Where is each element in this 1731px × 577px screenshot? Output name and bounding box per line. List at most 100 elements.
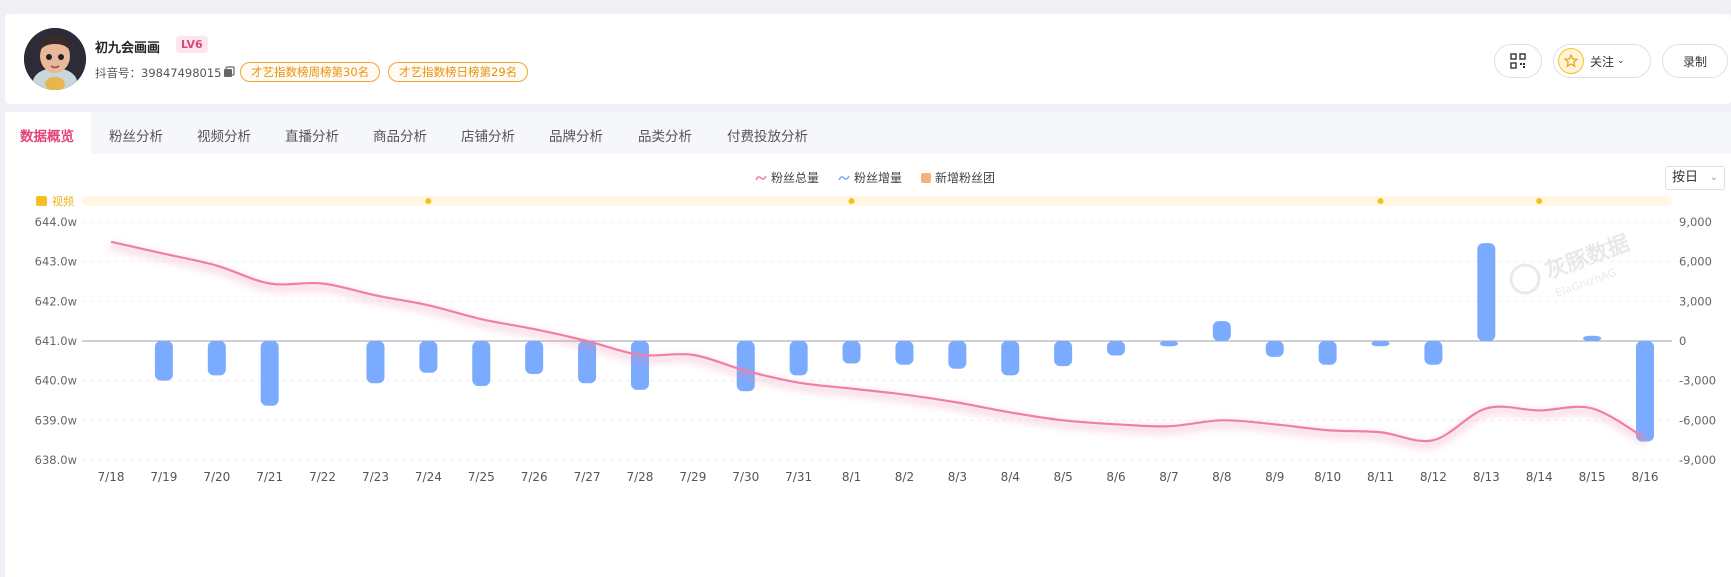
x-tick-label: 8/12 — [1420, 470, 1447, 484]
increase-bar — [1318, 341, 1337, 365]
increase-bar — [1054, 341, 1073, 367]
increase-bar — [1265, 341, 1284, 357]
x-tick-label: 7/21 — [256, 470, 283, 484]
qr-code-button[interactable] — [1494, 44, 1542, 78]
profile-header: 初九会画画 LV6 抖音号：39847498015 才艺指数榜周榜第30名 才艺… — [5, 14, 1731, 104]
increase-bar — [1477, 243, 1496, 341]
video-row-label: 视频 — [52, 194, 74, 208]
tab-overview[interactable]: 数据概览 — [20, 125, 74, 145]
star-icon — [1558, 48, 1584, 74]
x-tick-label: 8/11 — [1367, 470, 1394, 484]
y-left-tick-label: 644.0w — [35, 215, 77, 229]
douyin-id: 抖音号：39847498015 — [95, 66, 222, 80]
increase-bar — [1001, 341, 1020, 376]
y-right-tick-label: -9,000 — [1679, 453, 1716, 467]
level-badge: LV6 — [176, 36, 208, 53]
increase-bar — [419, 341, 438, 373]
increase-bar — [207, 341, 226, 376]
increase-bar — [948, 341, 967, 369]
increase-bar — [1212, 321, 1231, 341]
rank-badge-daily[interactable]: 才艺指数榜日榜第29名 — [388, 62, 529, 82]
increase-bar — [472, 341, 491, 386]
y-left-tick-label: 643.0w — [35, 255, 77, 269]
increase-bar — [1424, 341, 1443, 365]
increase-bar — [1371, 341, 1390, 347]
tab-store[interactable]: 店铺分析 — [461, 125, 515, 145]
video-row-icon — [36, 196, 47, 206]
increase-bar — [736, 341, 755, 392]
watermark: 灰豚数据 ElaGnizhAG — [1509, 230, 1633, 300]
line-wave-icon — [838, 175, 850, 180]
y-right-tick-label: 3,000 — [1679, 294, 1712, 308]
y-left-tick-label: 638.0w — [35, 453, 77, 467]
qr-code-icon — [1510, 53, 1526, 69]
x-tick-label: 7/28 — [626, 470, 653, 484]
x-tick-label: 7/25 — [468, 470, 495, 484]
record-button[interactable]: 录制 — [1662, 44, 1728, 78]
video-marker — [848, 198, 855, 204]
x-tick-label: 7/26 — [521, 470, 548, 484]
video-row-band — [82, 196, 1672, 206]
x-tick-label: 7/23 — [362, 470, 389, 484]
video-marker — [1377, 198, 1384, 204]
chevron-down-icon: ⌄ — [1617, 56, 1625, 66]
tab-bar: 数据概览 粉丝分析 视频分析 直播分析 商品分析 店铺分析 品牌分析 品类分析 … — [5, 112, 1731, 154]
x-tick-label: 8/6 — [1106, 470, 1125, 484]
square-icon — [921, 172, 931, 183]
tab-products[interactable]: 商品分析 — [373, 125, 427, 145]
increase-bar — [789, 341, 808, 376]
x-tick-label: 8/16 — [1632, 470, 1659, 484]
rank-badge-weekly[interactable]: 才艺指数榜周榜第30名 — [240, 62, 381, 82]
x-tick-label: 8/14 — [1526, 470, 1553, 484]
x-tick-label: 7/20 — [203, 470, 230, 484]
x-tick-label: 8/15 — [1579, 470, 1606, 484]
x-tick-label: 7/19 — [150, 470, 177, 484]
video-marker — [425, 198, 432, 204]
line-wave-icon — [755, 175, 767, 180]
fans-trend-chart: 视频 644.0w 9,000 643.0w 6,000 642.0w 3,000 641.… — [35, 194, 1716, 484]
y-right-tick-label: -3,000 — [1679, 374, 1716, 388]
x-tick-label: 8/13 — [1473, 470, 1500, 484]
x-tick-label: 8/2 — [895, 470, 914, 484]
follow-button[interactable]: 关注 ⌄ — [1553, 44, 1651, 78]
y-right-tick-label: 0 — [1679, 334, 1686, 348]
x-tick-label: 7/30 — [732, 470, 759, 484]
increase-bar — [260, 341, 279, 406]
increase-bar — [1636, 341, 1654, 442]
x-tick-label: 8/7 — [1159, 470, 1178, 484]
x-tick-label: 8/5 — [1053, 470, 1072, 484]
tab-live[interactable]: 直播分析 — [285, 125, 339, 145]
tab-category[interactable]: 品类分析 — [638, 125, 692, 145]
x-tick-label: 7/31 — [785, 470, 812, 484]
copy-icon[interactable] — [223, 66, 235, 78]
x-tick-label: 7/27 — [574, 470, 601, 484]
y-right-tick-label: -6,000 — [1679, 413, 1716, 427]
x-tick-label: 8/8 — [1212, 470, 1231, 484]
x-tick-label: 7/18 — [98, 470, 125, 484]
x-tick-label: 8/3 — [948, 470, 967, 484]
increase-bar — [1107, 341, 1126, 356]
avatar[interactable] — [24, 28, 86, 90]
x-tick-label: 8/4 — [1001, 470, 1020, 484]
profile-name: 初九会画画 — [95, 41, 161, 56]
increase-bar — [525, 341, 544, 375]
x-tick-label: 8/10 — [1314, 470, 1341, 484]
record-label: 录制 — [1682, 54, 1707, 69]
tab-paid-ads[interactable]: 付费投放分析 — [727, 125, 808, 145]
analysis-panel: 数据概览 粉丝分析 视频分析 直播分析 商品分析 店铺分析 品牌分析 品类分析 … — [5, 112, 1731, 577]
tab-video[interactable]: 视频分析 — [197, 125, 251, 145]
level-label: LV6 — [181, 38, 203, 51]
y-right-tick-label: 6,000 — [1679, 255, 1712, 269]
total-line-shadow — [110, 242, 1647, 449]
x-tick-label: 7/29 — [679, 470, 706, 484]
increase-bar — [842, 341, 861, 364]
y-left-tick-label: 639.0w — [35, 413, 77, 427]
increase-bar — [1159, 341, 1178, 347]
y-left-tick-label: 640.0w — [35, 374, 77, 388]
tab-fans[interactable]: 粉丝分析 — [109, 125, 163, 145]
x-tick-label: 8/9 — [1265, 470, 1284, 484]
granularity-value: 按日 — [1672, 170, 1699, 185]
increase-bar — [630, 341, 649, 390]
tab-brand[interactable]: 品牌分析 — [549, 125, 603, 145]
x-tick-label: 7/24 — [415, 470, 442, 484]
